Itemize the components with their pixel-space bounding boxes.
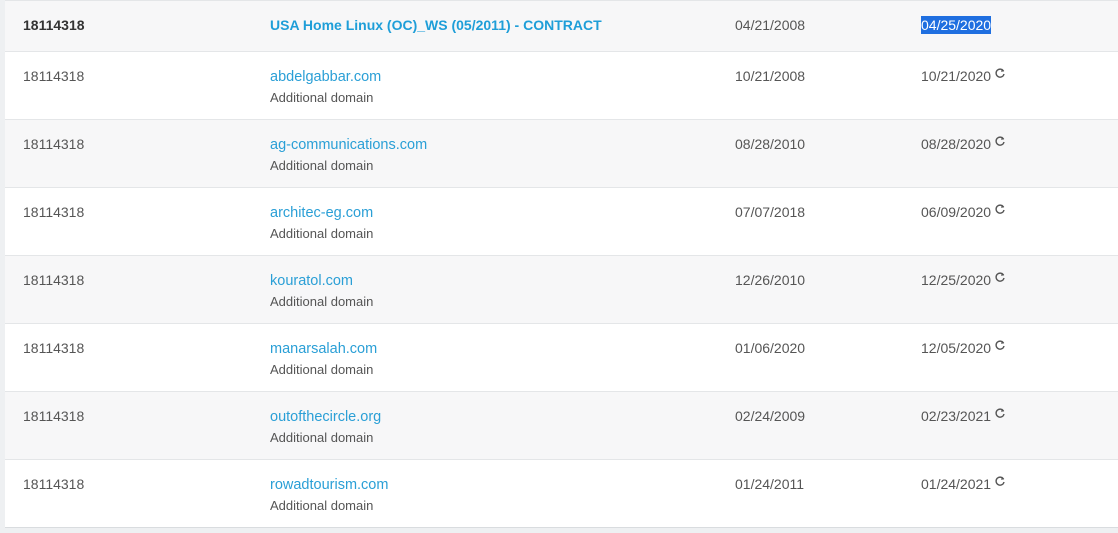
subscription-id: 18114318 xyxy=(23,204,85,220)
table-row-main: 18114318 USA Home Linux (OC)_WS (05/2011… xyxy=(5,0,1118,51)
domain-cell: kouratol.com Additional domain xyxy=(270,272,373,309)
subscription-table: 18114318 USA Home Linux (OC)_WS (05/2011… xyxy=(5,0,1118,528)
end-date-cell: 06/09/2020 xyxy=(921,204,1006,220)
start-date: 07/07/2018 xyxy=(735,204,806,220)
domain-link[interactable]: architec-eg.com xyxy=(270,205,373,221)
end-date: 02/23/2021 xyxy=(921,408,992,424)
domain-type-label: Additional domain xyxy=(270,226,374,241)
domain-type-label: Additional domain xyxy=(270,430,374,445)
start-date: 08/28/2010 xyxy=(735,136,806,152)
subscription-id: 18114318 xyxy=(23,68,85,84)
domain-cell: outofthecircle.org Additional domain xyxy=(270,408,381,445)
domain-link[interactable]: rowadtourism.com xyxy=(270,477,388,493)
end-date: 06/09/2020 xyxy=(921,204,992,220)
end-date: 12/25/2020 xyxy=(921,272,992,288)
domain-link[interactable]: outofthecircle.org xyxy=(270,409,381,425)
start-date: 01/06/2020 xyxy=(735,340,806,356)
domain-type-label: Additional domain xyxy=(270,294,374,309)
domain-type-label: Additional domain xyxy=(270,498,374,513)
start-date: 02/24/2009 xyxy=(735,408,806,424)
end-date-cell: 04/25/2020 xyxy=(921,16,992,34)
table-row: 18114318 rowadtourism.com Additional domai… xyxy=(5,459,1118,527)
end-date-cell: 10/21/2020 xyxy=(921,68,1006,84)
end-date: 12/05/2020 xyxy=(921,340,992,356)
end-date-cell: 12/25/2020 xyxy=(921,272,1006,288)
domain-link[interactable]: abdelgabbar.com xyxy=(270,69,381,85)
subscription-id: 18114318 xyxy=(23,272,85,288)
domain-type-label: Additional domain xyxy=(270,362,374,377)
domain-type-label: Additional domain xyxy=(270,90,374,105)
table-row: 18114318 kouratol.com Additional domain 12/… xyxy=(5,255,1118,323)
auto-renew-icon xyxy=(994,339,1006,351)
end-date-selected: 04/25/2020 xyxy=(921,16,992,34)
domain-cell: ag-communications.com Additional domain xyxy=(270,136,427,173)
table-row: 18114318 abdelgabbar.com Additional domain… xyxy=(5,51,1118,119)
end-date: 10/21/2020 xyxy=(921,68,992,84)
auto-renew-icon xyxy=(994,203,1006,215)
domain-cell: abdelgabbar.com Additional domain xyxy=(270,68,381,105)
subscription-name-cell: USA Home Linux (OC)_WS (05/2011) - CONTR… xyxy=(270,17,602,33)
domain-cell: manarsalah.com Additional domain xyxy=(270,340,377,377)
subscription-name-link[interactable]: USA Home Linux (OC)_WS (05/2011) - CONTR… xyxy=(270,17,602,33)
domain-link[interactable]: manarsalah.com xyxy=(270,341,377,357)
end-date-cell: 01/24/2021 xyxy=(921,476,1006,492)
start-date: 04/21/2008 xyxy=(735,17,806,33)
table-row: 18114318 architec-eg.com Additional domain… xyxy=(5,187,1118,255)
auto-renew-icon xyxy=(994,135,1006,147)
end-date: 08/28/2020 xyxy=(921,136,992,152)
domain-cell: architec-eg.com Additional domain xyxy=(270,204,373,241)
subscription-id: 18114318 xyxy=(23,340,85,356)
subscription-id: 18114318 xyxy=(23,17,85,33)
domain-cell: rowadtourism.com Additional domain xyxy=(270,476,388,513)
end-date-cell: 02/23/2021 xyxy=(921,408,1006,424)
subscription-id: 18114318 xyxy=(23,476,85,492)
end-date-cell: 12/05/2020 xyxy=(921,340,1006,356)
subscription-id: 18114318 xyxy=(23,136,85,152)
auto-renew-icon xyxy=(994,271,1006,283)
end-date-cell: 08/28/2020 xyxy=(921,136,1006,152)
domain-link[interactable]: ag-communications.com xyxy=(270,137,427,153)
table-row: 18114318 manarsalah.com Additional domain 0… xyxy=(5,323,1118,391)
auto-renew-icon xyxy=(994,475,1006,487)
start-date: 01/24/2011 xyxy=(735,476,805,492)
subscription-id: 18114318 xyxy=(23,408,85,424)
end-date: 01/24/2021 xyxy=(921,476,992,492)
domain-type-label: Additional domain xyxy=(270,158,374,173)
table-row: 18114318 ag-communications.com Additional … xyxy=(5,119,1118,187)
start-date: 10/21/2008 xyxy=(735,68,806,84)
auto-renew-icon xyxy=(994,67,1006,79)
start-date: 12/26/2010 xyxy=(735,272,806,288)
table-row: 18114318 outofthecircle.org Additional dom… xyxy=(5,391,1118,459)
domain-link[interactable]: kouratol.com xyxy=(270,273,353,289)
auto-renew-icon xyxy=(994,407,1006,419)
